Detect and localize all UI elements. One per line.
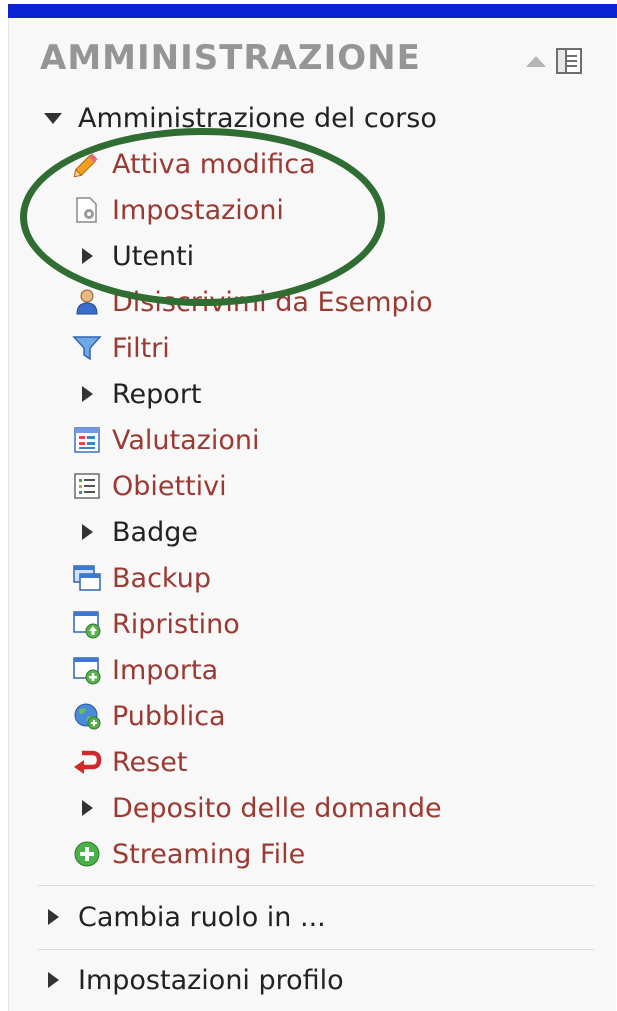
nav-item-streaming-file[interactable]: Streaming File <box>72 836 305 872</box>
nav-item-label: Backup <box>112 562 211 594</box>
plus-circle-icon <box>72 839 102 869</box>
reset-icon <box>72 747 102 777</box>
nav-item-filtri[interactable]: Filtri <box>72 330 170 366</box>
nav-item-label: Streaming File <box>112 838 306 870</box>
nav-item-label: Impostazioni profilo <box>78 964 344 996</box>
nav-item-backup[interactable]: Backup <box>72 560 211 596</box>
top-color-bar <box>8 4 617 18</box>
nav-item-cambia-ruolo[interactable]: Cambia ruolo in ... <box>38 899 326 935</box>
outcomes-icon <box>72 471 102 501</box>
nav-item-attiva-modifica[interactable]: Attiva modifica <box>72 146 316 182</box>
block-title: AMMINISTRAZIONE <box>40 38 421 78</box>
nav-item-label: Attiva modifica <box>112 148 316 180</box>
nav-item-label: Valutazioni <box>112 424 260 456</box>
section-divider <box>38 885 594 886</box>
nav-item-label: Report <box>112 378 202 410</box>
nav-item-impostazioni[interactable]: Impostazioni <box>72 192 284 228</box>
backup-icon <box>72 563 102 593</box>
nav-item-importa[interactable]: Importa <box>72 652 218 688</box>
nav-item-valutazioni[interactable]: Valutazioni <box>72 422 259 458</box>
nav-item-badge[interactable]: Badge <box>72 514 198 550</box>
nav-item-report[interactable]: Report <box>72 376 202 412</box>
caret-right-icon <box>72 517 102 547</box>
user-icon <box>72 287 102 317</box>
dock-icon[interactable] <box>556 48 582 74</box>
globe-icon <box>72 701 102 731</box>
import-icon <box>72 655 102 685</box>
nav-item-label: Deposito delle domande <box>112 792 442 824</box>
course-admin-label: Amministrazione del corso <box>78 102 437 134</box>
filter-icon <box>72 333 102 363</box>
nav-item-reset[interactable]: Reset <box>72 744 187 780</box>
caret-right-icon <box>72 241 102 271</box>
section-divider <box>38 949 594 950</box>
caret-down-icon <box>38 103 68 133</box>
nav-item-label: Disiscrivimi da Esempio <box>112 286 433 318</box>
caret-right-icon <box>72 379 102 409</box>
nav-item-utenti[interactable]: Utenti <box>72 238 194 274</box>
nav-item-label: Reset <box>112 746 188 778</box>
course-admin-node[interactable]: Amministrazione del corso <box>38 100 437 136</box>
caret-right-icon <box>72 793 102 823</box>
caret-right-icon <box>38 902 68 932</box>
block-controls <box>526 46 582 76</box>
nav-item-label: Pubblica <box>112 700 226 732</box>
nav-item-label: Impostazioni <box>112 194 284 226</box>
nav-item-ripristino[interactable]: Ripristino <box>72 606 240 642</box>
caret-right-icon <box>38 965 68 995</box>
nav-item-label: Badge <box>112 516 198 548</box>
nav-item-deposito-domande[interactable]: Deposito delle domande <box>72 790 442 826</box>
nav-item-pubblica[interactable]: Pubblica <box>72 698 226 734</box>
nav-item-label: Ripristino <box>112 608 240 640</box>
pencil-icon <box>72 149 102 179</box>
restore-icon <box>72 609 102 639</box>
nav-item-label: Obiettivi <box>112 470 227 502</box>
caret-up-icon[interactable] <box>526 55 546 67</box>
grades-icon <box>72 425 102 455</box>
nav-item-obiettivi[interactable]: Obiettivi <box>72 468 227 504</box>
nav-item-impostazioni-profilo[interactable]: Impostazioni profilo <box>38 962 344 998</box>
settings-document-icon <box>72 195 102 225</box>
nav-item-label: Importa <box>112 654 219 686</box>
nav-item-label: Filtri <box>112 332 170 364</box>
nav-item-label: Utenti <box>112 240 195 272</box>
nav-item-label: Cambia ruolo in ... <box>78 901 326 933</box>
nav-item-disiscrivimi[interactable]: Disiscrivimi da Esempio <box>72 284 433 320</box>
